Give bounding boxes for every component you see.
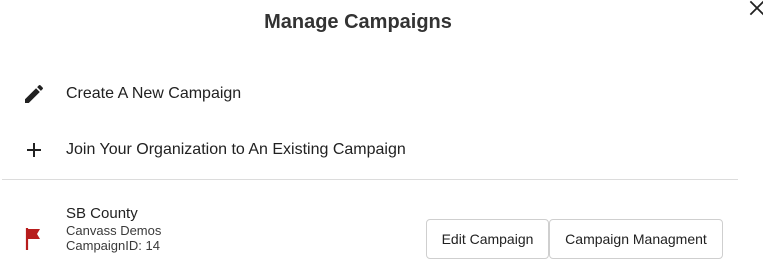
edit-campaign-button[interactable]: Edit Campaign bbox=[426, 219, 549, 259]
close-icon[interactable] bbox=[747, 0, 763, 18]
plus-icon bbox=[27, 143, 41, 157]
divider bbox=[2, 179, 738, 180]
dialog-title: Manage Campaigns bbox=[264, 11, 452, 33]
flag-icon bbox=[25, 228, 40, 250]
campaign-name: SB County bbox=[66, 205, 138, 222]
join-campaign-item[interactable]: Join Your Organization to An Existing Ca… bbox=[0, 130, 738, 170]
close-button[interactable] bbox=[747, 0, 763, 18]
campaign-management-label: Campaign Managment bbox=[565, 230, 707, 247]
campaign-management-button[interactable]: Campaign Managment bbox=[549, 219, 723, 259]
create-campaign-item[interactable]: Create A New Campaign bbox=[0, 74, 738, 114]
join-campaign-label: Join Your Organization to An Existing Ca… bbox=[66, 141, 406, 158]
pencil-icon bbox=[25, 84, 44, 103]
campaign-organization: Canvass Demos bbox=[66, 223, 162, 238]
create-campaign-label: Create A New Campaign bbox=[66, 85, 242, 102]
edit-campaign-label: Edit Campaign bbox=[441, 230, 534, 247]
campaign-id: CampaignID: 14 bbox=[66, 238, 160, 253]
